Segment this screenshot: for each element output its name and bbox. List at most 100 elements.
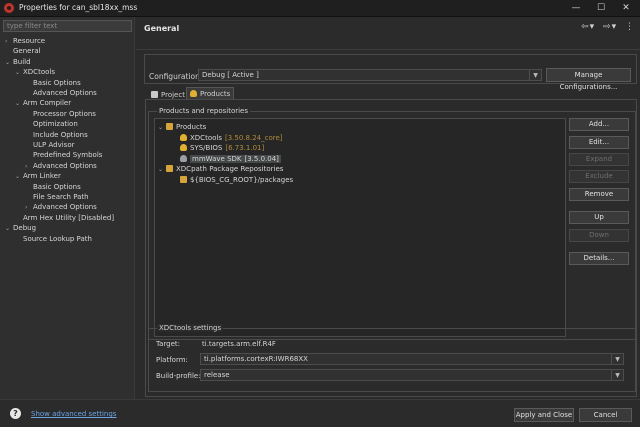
forward-dropdown-icon[interactable]: ▾ (612, 22, 617, 32)
view-menu-icon[interactable]: ⋮ (625, 22, 634, 32)
edit-button[interactable]: Edit... (569, 136, 629, 149)
add-button[interactable]: Add... (569, 118, 629, 131)
chevron-down-icon[interactable]: ⌄ (5, 58, 13, 68)
nav-tree-item[interactable]: Advanced Options (25, 88, 97, 98)
nav-tree-item[interactable]: › Resource (5, 36, 45, 46)
remove-button[interactable]: Remove (569, 188, 629, 201)
nav-tree-item[interactable]: ⌄ Build (5, 57, 31, 67)
nav-tree-item[interactable]: ⌄ XDCtools (15, 67, 55, 77)
configuration-value: Debug [ Active ] (202, 71, 259, 79)
window-titlebar: Properties for can_sbl18xx_mss — ☐ ✕ (0, 0, 640, 17)
chevron-down-icon[interactable]: ⌄ (158, 123, 166, 133)
filter-input[interactable]: type filter text (3, 20, 132, 32)
products-tree-item[interactable]: XDCtools [3.50.8.24_core] (172, 133, 283, 143)
products-tree-label: ${BIOS_CG_ROOT}/packages (190, 175, 294, 184)
project-tab-icon (151, 91, 158, 98)
apply-and-close-button[interactable]: Apply and Close (514, 408, 574, 422)
products-tree-label: XDCtools (190, 133, 222, 142)
tab-products-label: Products (200, 90, 231, 98)
target-value: ti.targets.arm.elf.R4F (202, 340, 276, 348)
property-nav-panel: type filter text › Resource General ⌄ Build ⌄… (0, 17, 135, 399)
down-button[interactable]: Down (569, 229, 629, 242)
button-label: Exclude (585, 172, 613, 180)
property-page: General ⇦▾ ⇨▾ ⋮ Configuration: Debug [ A… (136, 17, 640, 399)
chevron-down-icon[interactable]: ⌄ (15, 68, 23, 78)
configuration-select[interactable]: Debug [ Active ] ▼ (198, 69, 542, 81)
tab-project-label: Project (161, 91, 185, 99)
dialog-footer: ? Show advanced settings Apply and Close… (0, 399, 640, 427)
nav-tree-item[interactable]: Processor Options (25, 109, 96, 119)
products-tree-label: mmWave SDK (192, 154, 242, 163)
nav-tree-item[interactable]: Arm Hex Utility [Disabled] (15, 213, 114, 223)
nav-tree-label: ULP Advisor (33, 141, 75, 149)
cancel-button[interactable]: Cancel (579, 408, 632, 422)
products-tree-item[interactable]: mmWave SDK [3.5.0.04] (172, 154, 281, 164)
nav-tree-item[interactable]: Source Lookup Path (15, 234, 92, 244)
products-tree-item[interactable]: ${BIOS_CG_ROOT}/packages (172, 175, 293, 185)
nav-tree-item[interactable]: General (5, 46, 41, 56)
xdctools-settings-title: XDCtools settings (157, 324, 224, 332)
products-tree-item[interactable]: ⌄ Products (158, 122, 206, 132)
nav-tree-item[interactable]: Basic Options (25, 78, 81, 88)
products-tree-item[interactable]: SYS/BIOS [6.73.1.01] (172, 143, 264, 153)
nav-tree-label: Basic Options (33, 182, 81, 191)
maximize-button[interactable]: ☐ (589, 0, 613, 17)
button-label: Down (589, 231, 609, 239)
nav-tree-label: Predefined Symbols (33, 151, 103, 160)
chevron-down-icon[interactable]: ⌄ (15, 99, 23, 109)
exclude-button[interactable]: Exclude (569, 170, 629, 183)
app-logo-icon (4, 3, 14, 13)
nav-tree-label: Arm Linker (23, 172, 61, 181)
platform-select[interactable]: ti.platforms.cortexR:IWR68XX ▼ (200, 353, 624, 365)
products-tab-icon (190, 90, 197, 97)
nav-tree-label: Arm Hex Utility [Disabled] (23, 213, 115, 222)
nav-tree-item[interactable]: › Advanced Options (25, 202, 97, 212)
platform-value: ti.platforms.cortexR:IWR68XX (204, 355, 308, 363)
nav-tree-item[interactable]: Optimization (25, 119, 78, 129)
products-tree[interactable]: ⌄ Products XDCtools [3.50.8.24_core] SYS/BIO… (154, 118, 566, 337)
nav-tree-item[interactable]: ULP Advisor (25, 140, 74, 150)
nav-tree-item[interactable]: Include Options (25, 130, 88, 140)
button-label: Expand (585, 155, 613, 163)
products-group-title: Products and repositories (157, 107, 250, 115)
nav-tree-item[interactable]: Predefined Symbols (25, 150, 102, 160)
close-window-button[interactable]: ✕ (614, 0, 638, 17)
nav-tree-item[interactable]: Basic Options (25, 182, 81, 192)
product-version: [3.5.0.04] (244, 154, 279, 163)
products-tree-item[interactable]: ⌄ XDCpath Package Repositories (158, 164, 283, 174)
nav-tree-label: Optimization (33, 120, 78, 129)
button-label: Up (594, 213, 604, 221)
products-tree-label: XDCpath Package Repositories (176, 165, 284, 173)
button-label: Details... (583, 254, 615, 262)
nav-tree-item[interactable]: ⌄ Arm Compiler (15, 98, 71, 108)
forward-arrow-icon[interactable]: ⇨ (603, 22, 611, 32)
nav-tree-item[interactable]: File Search Path (25, 192, 89, 202)
manage-configurations-button[interactable]: Manage Configurations... (546, 68, 631, 91)
chevron-down-icon[interactable]: ⌄ (15, 172, 23, 182)
nav-tree-item[interactable]: ⌄ Debug (5, 223, 36, 233)
product-version: [6.73.1.01] (225, 144, 265, 152)
show-advanced-settings-link[interactable]: Show advanced settings (31, 410, 116, 418)
chevron-down-icon[interactable]: ⌄ (5, 224, 13, 234)
nav-tree-item[interactable]: › Advanced Options (25, 161, 97, 171)
build-profile-select[interactable]: release ▼ (200, 369, 624, 381)
back-arrow-icon[interactable]: ⇦ (581, 22, 589, 32)
nav-tree-label: File Search Path (33, 193, 89, 201)
expand-button[interactable]: Expand (569, 153, 629, 166)
nav-tree-label: Include Options (33, 130, 88, 139)
back-dropdown-icon[interactable]: ▾ (590, 22, 595, 32)
nav-tree-label: Arm Compiler (23, 99, 72, 108)
nav-tree-label: Advanced Options (33, 203, 97, 212)
header-divider (136, 49, 640, 50)
nav-tree-item[interactable]: ⌄ Arm Linker (15, 171, 61, 181)
minimize-button[interactable]: — (564, 0, 588, 17)
build-profile-label: Build-profile: (156, 372, 201, 380)
up-button[interactable]: Up (569, 211, 629, 224)
nav-tree-label: Advanced Options (33, 161, 97, 170)
chevron-down-icon: ▼ (529, 70, 541, 80)
help-icon[interactable]: ? (10, 408, 21, 419)
target-label: Target: (156, 340, 181, 348)
product-icon (180, 154, 187, 162)
details-button[interactable]: Details... (569, 252, 629, 265)
chevron-down-icon[interactable]: ⌄ (158, 165, 166, 175)
